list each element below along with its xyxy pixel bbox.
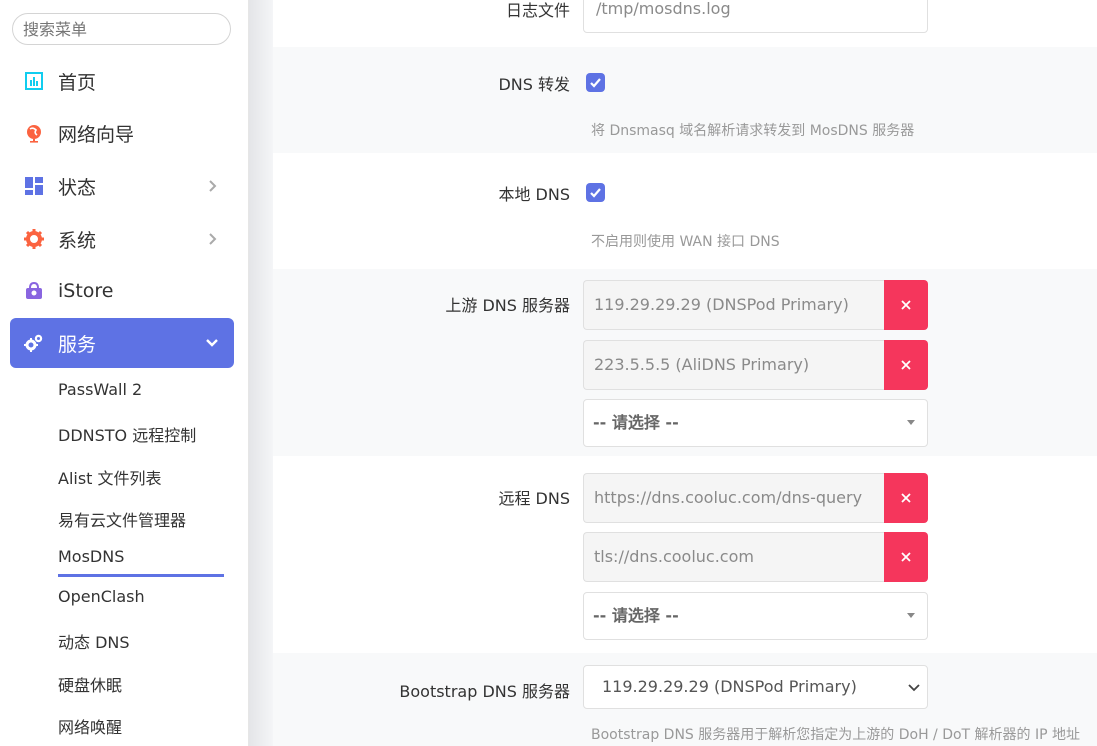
sidebar-subitem-ddnsto[interactable]: DDNSTO 远程控制 bbox=[58, 422, 196, 446]
sidebar-subitem-hd-idle[interactable]: 硬盘休眠 bbox=[58, 672, 122, 696]
select-placeholder: -- 请选择 -- bbox=[593, 606, 679, 625]
sidebar-subitem-passwall2[interactable]: PassWall 2 bbox=[58, 380, 142, 399]
chevron-down-icon bbox=[908, 684, 920, 692]
upstream-dns-entry: 119.29.29.29 (DNSPod Primary) bbox=[583, 280, 928, 330]
sidebar-item-home[interactable]: 首页 bbox=[10, 56, 234, 106]
form-row-remote-dns: 远程 DNS https://dns.cooluc.com/dns-query … bbox=[273, 456, 1097, 653]
check-icon bbox=[590, 78, 601, 88]
sidebar-subitem-linkease[interactable]: 易有云文件管理器 bbox=[58, 507, 186, 531]
select-value: 119.29.29.29 (DNSPod Primary) bbox=[602, 677, 857, 696]
remove-button[interactable] bbox=[884, 280, 928, 330]
dns-forward-checkbox[interactable] bbox=[586, 73, 605, 92]
field-label: 本地 DNS bbox=[498, 185, 570, 204]
sidebar-item-label: 服务 bbox=[58, 333, 97, 356]
form-row-bootstrap-dns: Bootstrap DNS 服务器 119.29.29.29 (DNSPod P… bbox=[273, 653, 1097, 746]
dashboard-icon bbox=[24, 176, 44, 196]
sidebar-subitem-alist[interactable]: Alist 文件列表 bbox=[58, 465, 162, 489]
settings-form: 日志文件 /tmp/mosdns.log DNS 转发 将 Dnsmasq 域名… bbox=[273, 0, 1097, 746]
remote-dns-value[interactable]: tls://dns.cooluc.com bbox=[583, 532, 885, 582]
sidebar-item-label: 网络向导 bbox=[58, 123, 135, 146]
select-placeholder: -- 请选择 -- bbox=[593, 413, 679, 432]
form-row-dns-forward: DNS 转发 将 Dnsmasq 域名解析请求转发到 MosDNS 服务器 bbox=[273, 47, 1097, 153]
local-dns-checkbox[interactable] bbox=[586, 183, 605, 202]
caret-down-icon bbox=[907, 420, 915, 425]
remote-dns-entry: https://dns.cooluc.com/dns-query bbox=[583, 473, 928, 523]
caret-down-icon bbox=[907, 613, 915, 618]
form-row-upstream-dns: 上游 DNS 服务器 119.29.29.29 (DNSPod Primary)… bbox=[273, 269, 1097, 456]
field-label: Bootstrap DNS 服务器 bbox=[399, 682, 570, 701]
sidebar-item-istore[interactable]: iStore bbox=[10, 266, 234, 316]
field-hint: Bootstrap DNS 服务器用于解析您指定为上游的 DoH / DoT 解… bbox=[591, 727, 1081, 743]
form-row-log-file: 日志文件 /tmp/mosdns.log bbox=[273, 0, 1097, 47]
gear-icon bbox=[24, 229, 44, 249]
sidebar: 首页 网络向导 状态 系统 iStore 服务 PassWall 2 DD bbox=[0, 0, 249, 746]
close-icon bbox=[901, 360, 911, 370]
close-icon bbox=[901, 552, 911, 562]
field-label: 上游 DNS 服务器 bbox=[445, 296, 570, 315]
shopping-bag-icon bbox=[24, 281, 44, 301]
upstream-dns-value[interactable]: 223.5.5.5 (AliDNS Primary) bbox=[583, 340, 885, 390]
close-icon bbox=[901, 493, 911, 503]
sidebar-subitem-openclash[interactable]: OpenClash bbox=[58, 587, 145, 606]
upstream-dns-entry: 223.5.5.5 (AliDNS Primary) bbox=[583, 340, 928, 390]
remove-button[interactable] bbox=[884, 473, 928, 523]
sidebar-item-label: iStore bbox=[58, 280, 114, 302]
sidebar-item-status[interactable]: 状态 bbox=[10, 161, 234, 211]
remove-button[interactable] bbox=[884, 340, 928, 390]
check-icon bbox=[590, 188, 601, 198]
bar-chart-icon bbox=[24, 71, 44, 91]
search-input[interactable] bbox=[12, 13, 231, 45]
field-hint: 不启用则使用 WAN 接口 DNS bbox=[591, 234, 780, 250]
globe-icon bbox=[24, 123, 44, 143]
sidebar-subitem-mosdns[interactable]: MosDNS bbox=[58, 547, 124, 566]
sidebar-item-label: 首页 bbox=[58, 71, 97, 94]
sidebar-item-system[interactable]: 系统 bbox=[10, 214, 234, 264]
active-indicator bbox=[58, 574, 224, 577]
upstream-dns-select[interactable]: -- 请选择 -- bbox=[583, 399, 928, 447]
chevron-right-icon bbox=[209, 180, 217, 192]
sidebar-item-services[interactable]: 服务 bbox=[10, 318, 234, 368]
remote-dns-entry: tls://dns.cooluc.com bbox=[583, 532, 928, 582]
chevron-right-icon bbox=[209, 233, 217, 245]
field-label: 远程 DNS bbox=[498, 489, 570, 508]
remote-dns-select[interactable]: -- 请选择 -- bbox=[583, 592, 928, 640]
sidebar-item-label: 系统 bbox=[58, 229, 97, 252]
remove-button[interactable] bbox=[884, 532, 928, 582]
remote-dns-value[interactable]: https://dns.cooluc.com/dns-query bbox=[583, 473, 885, 523]
chevron-down-icon bbox=[206, 339, 218, 347]
sidebar-subitem-ddns[interactable]: 动态 DNS bbox=[58, 629, 130, 653]
form-row-local-dns: 本地 DNS 不启用则使用 WAN 接口 DNS bbox=[273, 153, 1097, 269]
sidebar-item-network-wizard[interactable]: 网络向导 bbox=[10, 108, 234, 158]
close-icon bbox=[901, 300, 911, 310]
field-label: DNS 转发 bbox=[498, 75, 570, 94]
field-label: 日志文件 bbox=[505, 1, 570, 20]
sidebar-divider bbox=[249, 0, 273, 746]
gears-icon bbox=[24, 333, 44, 353]
upstream-dns-value[interactable]: 119.29.29.29 (DNSPod Primary) bbox=[583, 280, 885, 330]
bootstrap-dns-select[interactable]: 119.29.29.29 (DNSPod Primary) bbox=[583, 665, 928, 709]
field-hint: 将 Dnsmasq 域名解析请求转发到 MosDNS 服务器 bbox=[591, 123, 915, 139]
sidebar-subitem-wol[interactable]: 网络唤醒 bbox=[58, 714, 122, 738]
log-file-input[interactable]: /tmp/mosdns.log bbox=[583, 0, 928, 33]
sidebar-item-label: 状态 bbox=[58, 176, 97, 199]
